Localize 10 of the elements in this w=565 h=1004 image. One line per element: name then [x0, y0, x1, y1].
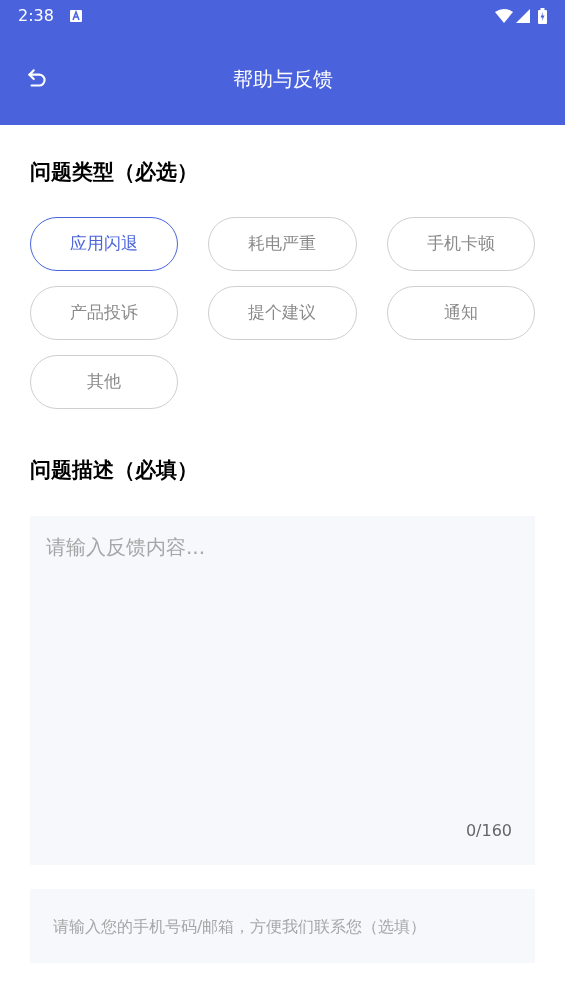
page-title: 帮助与反馈: [232, 65, 333, 93]
contact-field[interactable]: 请输入您的手机号码/邮箱，方便我们联系您（选填）: [30, 889, 535, 963]
battery-icon: [538, 8, 547, 24]
signal-icon: [516, 9, 530, 23]
wifi-icon: [495, 9, 513, 23]
section-title: 问题类型（必选）: [30, 159, 199, 186]
notification-icon: [69, 10, 82, 22]
character-counter: 0/160: [465, 820, 512, 842]
status-time: 2:38: [18, 5, 54, 27]
section-title: 问题描述（必填）: [30, 456, 199, 484]
